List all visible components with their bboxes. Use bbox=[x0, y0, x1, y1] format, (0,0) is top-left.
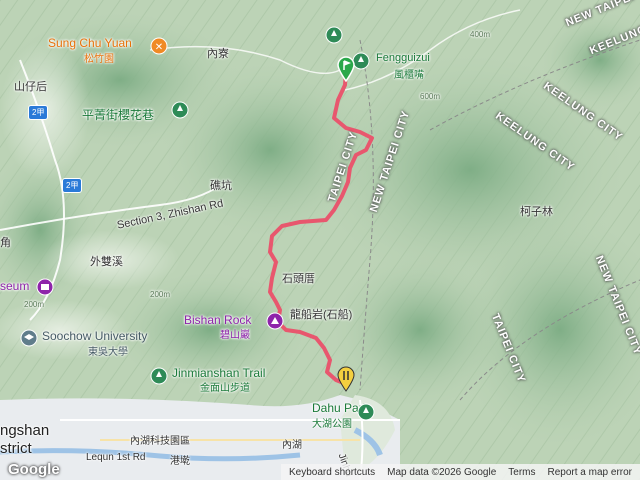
place-label: 港墘 bbox=[170, 456, 190, 467]
school-icon[interactable] bbox=[20, 329, 38, 352]
place-label: 山仔后 bbox=[14, 81, 47, 93]
district-label: ngshan bbox=[0, 422, 50, 439]
poi-label[interactable]: 平菁街櫻花巷 bbox=[82, 106, 154, 123]
road-shield: 2甲 bbox=[28, 105, 49, 120]
contour-label: 200m bbox=[150, 290, 171, 299]
road-shield: 2甲 bbox=[62, 178, 83, 193]
poi-label[interactable]: Fengguizui bbox=[376, 52, 430, 64]
poi-label[interactable]: Sung Chu Yuan bbox=[48, 36, 132, 50]
terms-link[interactable]: Terms bbox=[508, 467, 535, 478]
place-label: 內湖科技園區 bbox=[130, 436, 190, 447]
poi-label: 大湖公園 bbox=[312, 419, 352, 430]
park-icon[interactable] bbox=[325, 26, 343, 49]
place-label: 柯子林 bbox=[520, 206, 553, 218]
place-label: 內湖 bbox=[282, 440, 302, 451]
poi-label[interactable]: Jinmianshan Trail bbox=[172, 366, 265, 380]
report-error-link[interactable]: Report a map error bbox=[548, 467, 632, 478]
museum-icon[interactable] bbox=[36, 278, 54, 301]
district-label: strict bbox=[0, 440, 32, 457]
poi-label: 碧山巖 bbox=[220, 330, 250, 341]
poi-label: 風櫃嘴 bbox=[394, 70, 424, 81]
place-label: 礁坑 bbox=[210, 180, 232, 192]
poi-label[interactable]: Bishan Rock bbox=[184, 313, 251, 327]
place-label: 角 bbox=[0, 237, 11, 249]
map-footer: Keyboard shortcuts Map data ©2026 Google… bbox=[280, 464, 640, 480]
park-icon[interactable] bbox=[357, 403, 375, 426]
poi-label[interactable]: Soochow University bbox=[42, 329, 147, 343]
place-label: 內寮 bbox=[207, 48, 229, 60]
place-label: 石頭厝 bbox=[282, 273, 315, 285]
place-label: 龍船岩(石船) bbox=[290, 309, 353, 321]
park-icon[interactable] bbox=[171, 101, 189, 124]
poi-label: 東吳大學 bbox=[88, 347, 128, 358]
map-data-attribution: Map data ©2026 Google bbox=[387, 466, 497, 478]
route-start-marker[interactable] bbox=[337, 56, 355, 87]
poi-label: 松竹園 bbox=[84, 54, 114, 65]
google-logo: Google bbox=[8, 461, 60, 478]
place-label: 外雙溪 bbox=[90, 256, 123, 268]
svg-text:✕: ✕ bbox=[155, 42, 163, 53]
keyboard-shortcuts-link[interactable]: Keyboard shortcuts bbox=[289, 467, 375, 478]
contour-label: 400m bbox=[470, 30, 491, 39]
restaurant-icon[interactable]: ✕ bbox=[150, 37, 168, 66]
poi-label: 金面山步道 bbox=[200, 383, 250, 394]
road-label: Lequn 1st Rd bbox=[86, 452, 146, 463]
poi-label[interactable]: seum bbox=[0, 279, 29, 293]
temple-icon[interactable] bbox=[266, 312, 284, 335]
contour-label: 600m bbox=[420, 92, 441, 101]
contour-label: 200m bbox=[24, 300, 45, 309]
route-end-marker[interactable] bbox=[337, 366, 355, 397]
park-icon[interactable] bbox=[150, 367, 168, 390]
